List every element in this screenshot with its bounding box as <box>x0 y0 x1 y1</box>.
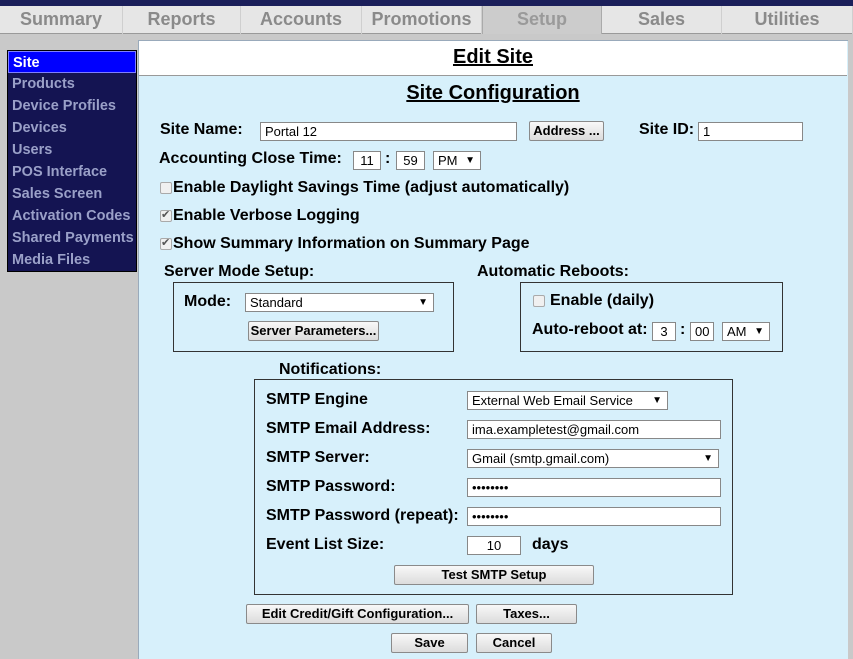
verbose-logging-label: Enable Verbose Logging <box>173 207 360 224</box>
close-hour-input[interactable] <box>353 151 381 170</box>
close-ampm-select[interactable]: PM ▼ <box>433 151 481 170</box>
smtp-server-label: SMTP Server: <box>266 449 370 466</box>
sidebar-item-site[interactable]: Site <box>8 51 136 73</box>
chevron-down-icon: ▼ <box>652 395 662 406</box>
chevron-down-icon: ▼ <box>754 326 764 337</box>
notifications-box: SMTP Engine External Web Email Service ▼… <box>254 379 733 595</box>
edit-credit-gift-button[interactable]: Edit Credit/Gift Configuration... <box>246 604 469 624</box>
close-time-colon: : <box>385 150 391 167</box>
sidebar-item-media-files[interactable]: Media Files <box>8 249 136 271</box>
reboot-enable-checkbox[interactable] <box>533 295 545 307</box>
summary-info-label: Show Summary Information on Summary Page <box>173 235 530 252</box>
smtp-email-label: SMTP Email Address: <box>266 420 431 437</box>
sidebar: Site Products Device Profiles Devices Us… <box>7 50 137 272</box>
reboots-heading: Automatic Reboots: <box>477 263 629 280</box>
tab-reports[interactable]: Reports <box>123 6 241 34</box>
notifications-heading: Notifications: <box>279 361 382 378</box>
sidebar-item-devices[interactable]: Devices <box>8 117 136 139</box>
chevron-down-icon: ▼ <box>703 453 713 464</box>
sidebar-item-pos-interface[interactable]: POS Interface <box>8 161 136 183</box>
section-title: Site Configuration <box>406 82 580 104</box>
close-minute-input[interactable] <box>396 151 425 170</box>
reboot-time-colon: : <box>680 321 686 338</box>
chevron-down-icon: ▼ <box>465 155 475 166</box>
smtp-password-label: SMTP Password: <box>266 478 396 495</box>
tab-accounts[interactable]: Accounts <box>241 6 362 34</box>
reboot-minute-input[interactable] <box>690 322 714 341</box>
mode-label: Mode: <box>184 293 232 310</box>
reboot-enable-label: Enable (daily) <box>550 292 655 309</box>
close-time-label: Accounting Close Time: <box>159 150 342 167</box>
page-title: Edit Site <box>139 41 847 76</box>
sidebar-item-sales-screen[interactable]: Sales Screen <box>8 183 136 205</box>
chevron-down-icon: ▼ <box>418 297 428 308</box>
event-list-size-unit: days <box>532 536 569 553</box>
dst-checkbox[interactable] <box>160 182 172 194</box>
top-nav: Summary Reports Accounts Promotions Setu… <box>0 6 853 34</box>
server-mode-heading: Server Mode Setup: <box>164 263 315 280</box>
site-name-label: Site Name: <box>160 121 243 138</box>
smtp-engine-label: SMTP Engine <box>266 391 368 408</box>
tab-promotions[interactable]: Promotions <box>362 6 482 34</box>
site-id-input[interactable] <box>698 122 803 141</box>
server-mode-box: Mode: Standard ▼ Server Parameters... <box>173 282 454 352</box>
smtp-password-repeat-label: SMTP Password (repeat): <box>266 507 459 524</box>
close-ampm-value: PM <box>438 153 458 168</box>
auto-reboot-at-label: Auto-reboot at: <box>532 321 648 338</box>
verbose-logging-checkbox[interactable] <box>160 208 172 222</box>
sidebar-item-shared-payments[interactable]: Shared Payments <box>8 227 136 249</box>
tab-summary[interactable]: Summary <box>0 6 123 34</box>
smtp-password-repeat-input[interactable] <box>467 507 721 526</box>
sidebar-item-activation-codes[interactable]: Activation Codes <box>8 205 136 227</box>
smtp-engine-select[interactable]: External Web Email Service ▼ <box>467 391 668 410</box>
tab-setup[interactable]: Setup <box>482 6 602 34</box>
reboot-ampm-value: AM <box>727 324 747 339</box>
smtp-server-value: Gmail (smtp.gmail.com) <box>472 451 610 466</box>
save-button[interactable]: Save <box>391 633 468 653</box>
main-panel: Edit Site Site Configuration Site Name: … <box>138 40 848 659</box>
server-parameters-button[interactable]: Server Parameters... <box>248 321 379 341</box>
test-smtp-button[interactable]: Test SMTP Setup <box>394 565 594 585</box>
smtp-server-select[interactable]: Gmail (smtp.gmail.com) ▼ <box>467 449 719 468</box>
cancel-button[interactable]: Cancel <box>476 633 552 653</box>
event-list-size-label: Event List Size: <box>266 536 385 553</box>
event-list-size-input[interactable] <box>467 536 521 555</box>
mode-select[interactable]: Standard ▼ <box>245 293 434 312</box>
smtp-engine-value: External Web Email Service <box>472 393 633 408</box>
smtp-email-input[interactable] <box>467 420 721 439</box>
tab-sales[interactable]: Sales <box>602 6 722 34</box>
mode-value: Standard <box>250 295 303 310</box>
summary-info-checkbox[interactable] <box>160 236 172 250</box>
reboot-ampm-select[interactable]: AM ▼ <box>722 322 770 341</box>
site-id-label: Site ID: <box>639 121 695 138</box>
dst-label: Enable Daylight Savings Time (adjust aut… <box>173 179 570 196</box>
sidebar-item-device-profiles[interactable]: Device Profiles <box>8 95 136 117</box>
site-name-input[interactable] <box>260 122 517 141</box>
sidebar-item-products[interactable]: Products <box>8 73 136 95</box>
tab-utilities[interactable]: Utilities <box>722 6 853 34</box>
taxes-button[interactable]: Taxes... <box>476 604 577 624</box>
reboot-hour-input[interactable] <box>652 322 676 341</box>
reboots-box: Enable (daily) Auto-reboot at: : AM ▼ <box>520 282 783 352</box>
sidebar-item-users[interactable]: Users <box>8 139 136 161</box>
address-button[interactable]: Address ... <box>529 121 604 141</box>
smtp-password-input[interactable] <box>467 478 721 497</box>
